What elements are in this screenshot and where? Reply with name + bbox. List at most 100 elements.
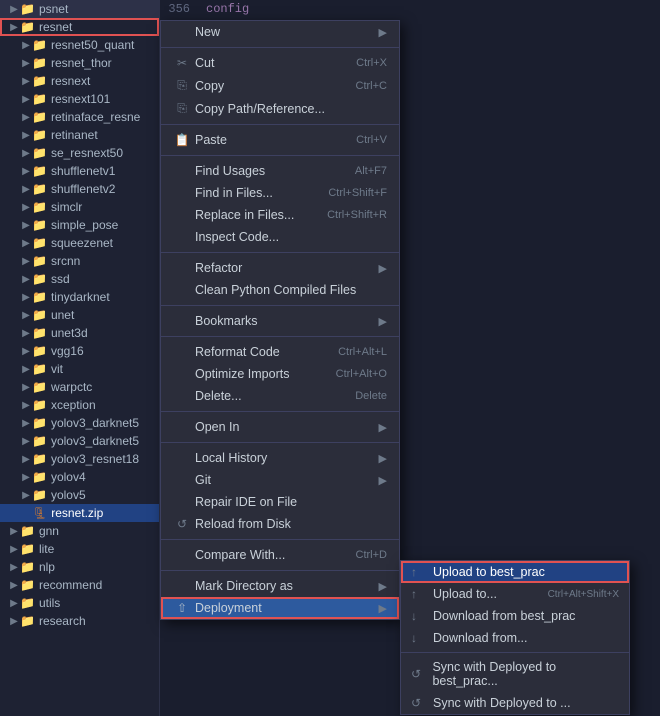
tree-item-yolov3-2[interactable]: ▶ 📁 yolov3_darknet5 bbox=[0, 432, 159, 450]
tree-item-resnet-zip[interactable]: ▶ 🗜 resnet.zip bbox=[0, 504, 159, 522]
expand-arrow: ▶ bbox=[20, 111, 32, 123]
expand-arrow: ▶ bbox=[20, 381, 32, 393]
shortcut-label: Ctrl+Alt+Shift+X bbox=[548, 589, 619, 600]
menu-item-inspect-code[interactable]: Inspect Code... bbox=[161, 226, 399, 248]
folder-icon: 📁 bbox=[32, 92, 47, 106]
menu-item-delete[interactable]: Delete... Delete bbox=[161, 385, 399, 407]
tree-label: resnet.zip bbox=[51, 506, 103, 520]
tree-item-tinydarknet[interactable]: ▶ 📁 tinydarknet bbox=[0, 288, 159, 306]
menu-item-clean-python[interactable]: Clean Python Compiled Files bbox=[161, 279, 399, 301]
folder-icon: 📁 bbox=[20, 2, 35, 16]
tree-item-resnet-thor[interactable]: ▶ 📁 resnet_thor bbox=[0, 54, 159, 72]
tree-item-resnet[interactable]: ▶ 📁 resnet bbox=[0, 18, 159, 36]
menu-item-git[interactable]: Git ▶ bbox=[161, 469, 399, 491]
menu-item-open-in[interactable]: Open In ▶ bbox=[161, 416, 399, 438]
menu-item-local-history[interactable]: Local History ▶ bbox=[161, 447, 399, 469]
menu-label: New bbox=[195, 25, 220, 39]
folder-icon: 📁 bbox=[32, 434, 47, 448]
menu-item-paste[interactable]: 📋 Paste Ctrl+V bbox=[161, 129, 399, 151]
tree-item-psnet[interactable]: ▶ 📁 psnet bbox=[0, 0, 159, 18]
upload-to-icon: ↑ bbox=[411, 587, 429, 601]
deploy-item-upload-best[interactable]: ↑ Upload to best_prac bbox=[401, 561, 629, 583]
menu-item-find-in-files[interactable]: Find in Files... Ctrl+Shift+F bbox=[161, 182, 399, 204]
tree-item-gnn[interactable]: ▶ 📁 gnn bbox=[0, 522, 159, 540]
deploy-item-download-from[interactable]: ↓ Download from... bbox=[401, 627, 629, 649]
submenu-arrow: ▶ bbox=[379, 602, 387, 615]
folder-icon: 📁 bbox=[32, 344, 47, 358]
tree-item-lite[interactable]: ▶ 📁 lite bbox=[0, 540, 159, 558]
menu-label: Find Usages bbox=[195, 164, 265, 178]
menu-item-find-usages[interactable]: Find Usages Alt+F7 bbox=[161, 160, 399, 182]
tree-item-simple-pose[interactable]: ▶ 📁 simple_pose bbox=[0, 216, 159, 234]
tree-item-resnet50[interactable]: ▶ 📁 resnet50_quant bbox=[0, 36, 159, 54]
tree-item-resnext[interactable]: ▶ 📁 resnext bbox=[0, 72, 159, 90]
tree-item-resnext101[interactable]: ▶ 📁 resnext101 bbox=[0, 90, 159, 108]
menu-label: Open In bbox=[195, 420, 239, 434]
tree-item-yolov5[interactable]: ▶ 📁 yolov5 bbox=[0, 486, 159, 504]
menu-item-cut[interactable]: ✂ Cut Ctrl+X bbox=[161, 52, 399, 74]
tree-label: lite bbox=[39, 542, 54, 556]
menu-item-mark-dir[interactable]: Mark Directory as ▶ bbox=[161, 575, 399, 597]
tree-item-recommend[interactable]: ▶ 📁 recommend bbox=[0, 576, 159, 594]
tree-item-xception[interactable]: ▶ 📁 xception bbox=[0, 396, 159, 414]
tree-item-yolov4[interactable]: ▶ 📁 yolov4 bbox=[0, 468, 159, 486]
menu-item-optimize-imports[interactable]: Optimize Imports Ctrl+Alt+O bbox=[161, 363, 399, 385]
deploy-item-sync-best[interactable]: ↺ Sync with Deployed to best_prac... bbox=[401, 656, 629, 692]
tree-item-utils[interactable]: ▶ 📁 utils bbox=[0, 594, 159, 612]
menu-item-copy-path[interactable]: ⎘ Copy Path/Reference... bbox=[161, 97, 399, 120]
deploy-item-upload-to[interactable]: ↑ Upload to... Ctrl+Alt+Shift+X bbox=[401, 583, 629, 605]
expand-arrow: ▶ bbox=[8, 597, 20, 609]
tree-label: tinydarknet bbox=[51, 290, 110, 304]
menu-label: Deployment bbox=[195, 601, 262, 615]
tree-item-retinaface[interactable]: ▶ 📁 retinaface_resne bbox=[0, 108, 159, 126]
tree-item-se-resnext[interactable]: ▶ 📁 se_resnext50 bbox=[0, 144, 159, 162]
expand-arrow: ▶ bbox=[20, 201, 32, 213]
deploy-item-sync-to[interactable]: ↺ Sync with Deployed to ... bbox=[401, 692, 629, 714]
menu-item-replace-in-files[interactable]: Replace in Files... Ctrl+Shift+R bbox=[161, 204, 399, 226]
tree-label: yolov3_darknet5 bbox=[51, 416, 139, 430]
expand-arrow: ▶ bbox=[8, 525, 20, 537]
tree-item-squeezenet[interactable]: ▶ 📁 squeezenet bbox=[0, 234, 159, 252]
tree-item-simclr[interactable]: ▶ 📁 simclr bbox=[0, 198, 159, 216]
shortcut-label: Ctrl+V bbox=[356, 134, 387, 146]
menu-label: Local History bbox=[195, 451, 267, 465]
menu-label: Delete... bbox=[195, 389, 242, 403]
shortcut-label: Ctrl+D bbox=[356, 549, 387, 561]
shortcut-label: Ctrl+Shift+R bbox=[327, 209, 387, 221]
menu-item-refactor[interactable]: Refactor ▶ bbox=[161, 257, 399, 279]
tree-item-yolov3-1[interactable]: ▶ 📁 yolov3_darknet5 bbox=[0, 414, 159, 432]
tree-item-vit[interactable]: ▶ 📁 vit bbox=[0, 360, 159, 378]
folder-icon: 📁 bbox=[32, 470, 47, 484]
tree-item-research[interactable]: ▶ 📁 research bbox=[0, 612, 159, 630]
menu-item-bookmarks[interactable]: Bookmarks ▶ bbox=[161, 310, 399, 332]
tree-label: resnext bbox=[51, 74, 90, 88]
tree-item-ssd[interactable]: ▶ 📁 ssd bbox=[0, 270, 159, 288]
shortcut-label: Ctrl+X bbox=[356, 57, 387, 69]
menu-item-repair-ide[interactable]: Repair IDE on File bbox=[161, 491, 399, 513]
menu-item-compare[interactable]: Compare With... Ctrl+D bbox=[161, 544, 399, 566]
tree-item-retinanet[interactable]: ▶ 📁 retinanet bbox=[0, 126, 159, 144]
menu-item-new[interactable]: New ▶ bbox=[161, 21, 399, 43]
tree-item-yolov3-resnet[interactable]: ▶ 📁 yolov3_resnet18 bbox=[0, 450, 159, 468]
menu-item-copy[interactable]: ⎘ Copy Ctrl+C bbox=[161, 74, 399, 97]
tree-label: vgg16 bbox=[51, 344, 84, 358]
expand-arrow: ▶ bbox=[20, 75, 32, 87]
deploy-item-download-best[interactable]: ↓ Download from best_prac bbox=[401, 605, 629, 627]
tree-label: research bbox=[39, 614, 86, 628]
tree-label: retinanet bbox=[51, 128, 98, 142]
menu-item-reload[interactable]: ↺ Reload from Disk bbox=[161, 513, 399, 535]
folder-icon: 📁 bbox=[32, 128, 47, 142]
tree-item-warpctc[interactable]: ▶ 📁 warpctc bbox=[0, 378, 159, 396]
copy-path-icon: ⎘ bbox=[173, 101, 191, 116]
tree-item-vgg16[interactable]: ▶ 📁 vgg16 bbox=[0, 342, 159, 360]
paste-icon: 📋 bbox=[173, 133, 191, 147]
tree-item-nlp[interactable]: ▶ 📁 nlp bbox=[0, 558, 159, 576]
tree-item-shufflenetv2[interactable]: ▶ 📁 shufflenetv2 bbox=[0, 180, 159, 198]
menu-item-reformat[interactable]: Reformat Code Ctrl+Alt+L bbox=[161, 341, 399, 363]
tree-item-shufflenetv1[interactable]: ▶ 📁 shufflenetv1 bbox=[0, 162, 159, 180]
menu-item-deployment[interactable]: ⇧ Deployment ▶ bbox=[161, 597, 399, 619]
tree-item-srcnn[interactable]: ▶ 📁 srcnn bbox=[0, 252, 159, 270]
tree-item-unet3d[interactable]: ▶ 📁 unet3d bbox=[0, 324, 159, 342]
folder-icon: 📁 bbox=[32, 74, 47, 88]
tree-item-unet[interactable]: ▶ 📁 unet bbox=[0, 306, 159, 324]
